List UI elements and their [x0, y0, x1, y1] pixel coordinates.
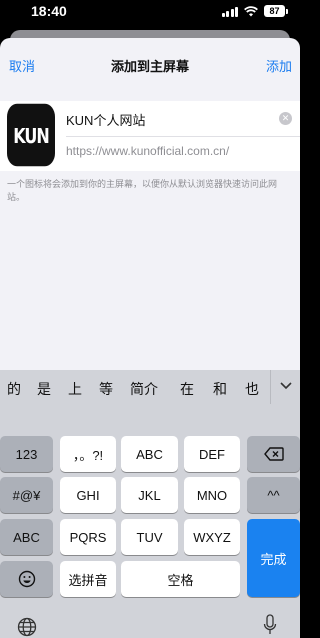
expand-candidates-button[interactable] [270, 370, 300, 404]
sheet-title: 添加到主屏幕 [110, 59, 189, 74]
key-label: 选拼音 [68, 572, 108, 588]
key-label: JKL [138, 487, 161, 503]
status-bar: 18:40 87 [0, 0, 300, 26]
chevron-down-icon [280, 382, 292, 390]
emoji-icon [18, 570, 35, 588]
wifi-icon [244, 5, 258, 16]
symbols-key[interactable]: #@¥ [0, 477, 53, 513]
tuv-key[interactable]: TUV [121, 519, 178, 555]
microphone-icon[interactable] [263, 614, 277, 636]
bookmark-info-card: KUN KUN个人网站 ✕ https://www.kunofficial.co… [0, 101, 300, 171]
key-label: DEF [199, 446, 225, 462]
jkl-key[interactable]: JKL [121, 477, 178, 513]
add-button[interactable]: 添加 [266, 56, 292, 75]
globe-icon[interactable] [17, 617, 37, 637]
candidate-word[interactable]: 也 [245, 379, 259, 399]
description-text: 一个图标将会添加到你的主屏幕，以便你从默认浏览器快速访问此网站。 [7, 179, 278, 202]
candidate-word[interactable]: 在 [180, 379, 194, 399]
candidate-bar: 的 是 上 等 简介 在 和 也 [0, 370, 300, 404]
key-label: 完成 [260, 551, 287, 567]
key-label: PQRS [69, 529, 107, 545]
keyboard-bottom-bar [0, 610, 300, 638]
space-key[interactable]: 空格 [121, 561, 240, 597]
candidate-word[interactable]: 上 [68, 379, 82, 399]
key-label: #@¥ [12, 487, 41, 503]
site-icon: KUN [7, 103, 55, 167]
letters-key[interactable]: ABC [0, 519, 53, 555]
nav-bar: 取消 添加到主屏幕 添加 [0, 38, 300, 90]
candidate-word[interactable]: 等 [99, 379, 113, 399]
candidate-word[interactable]: 的 [7, 379, 21, 399]
backspace-icon [263, 447, 284, 461]
delete-key[interactable] [247, 436, 300, 472]
def-key[interactable]: DEF [184, 436, 240, 472]
wxyz-key[interactable]: WXYZ [184, 519, 240, 555]
key-label: ABC [136, 446, 163, 462]
key-label: WXYZ [193, 529, 231, 545]
key-label: ABC [13, 529, 40, 545]
candidate-word[interactable]: 是 [37, 379, 51, 399]
key-label: MNO [196, 487, 228, 503]
ghi-key[interactable]: GHI [60, 477, 116, 513]
divider [66, 136, 300, 137]
status-time: 18:40 [31, 3, 67, 19]
name-input[interactable]: KUN个人网站 [66, 110, 145, 129]
candidate-word[interactable]: 简介 [130, 379, 158, 399]
battery-icon: 87 [264, 5, 288, 17]
battery-level: 87 [264, 5, 285, 17]
url-text: https://www.kunofficial.com.cn/ [66, 144, 230, 158]
cellular-signal-icon [221, 6, 238, 17]
caps-key[interactable]: ^^ [247, 477, 300, 513]
punctuation-key[interactable]: ，。?! [60, 436, 116, 472]
status-indicators: 87 [221, 5, 288, 17]
mno-key[interactable]: MNO [184, 477, 240, 513]
numbers-key[interactable]: 123 [0, 436, 53, 472]
select-pinyin-key[interactable]: 选拼音 [60, 561, 116, 597]
clear-icon[interactable]: ✕ [279, 112, 292, 125]
keyboard: 的 是 上 等 简介 在 和 也 123 ，。?! ABC DEF #@¥ GH… [0, 370, 300, 638]
key-label: ，。?! [72, 447, 104, 463]
key-label: 空格 [167, 572, 194, 588]
key-label: 123 [15, 446, 38, 462]
emoji-key[interactable] [0, 561, 53, 597]
pqrs-key[interactable]: PQRS [60, 519, 116, 555]
site-icon-text: KUN [13, 122, 49, 148]
key-label: TUV [136, 529, 163, 545]
candidate-word[interactable]: 和 [213, 379, 227, 399]
abc-key[interactable]: ABC [121, 436, 178, 472]
key-label: GHI [76, 487, 100, 503]
done-key[interactable]: 完成 [247, 519, 300, 597]
key-label: ^^ [267, 487, 280, 503]
